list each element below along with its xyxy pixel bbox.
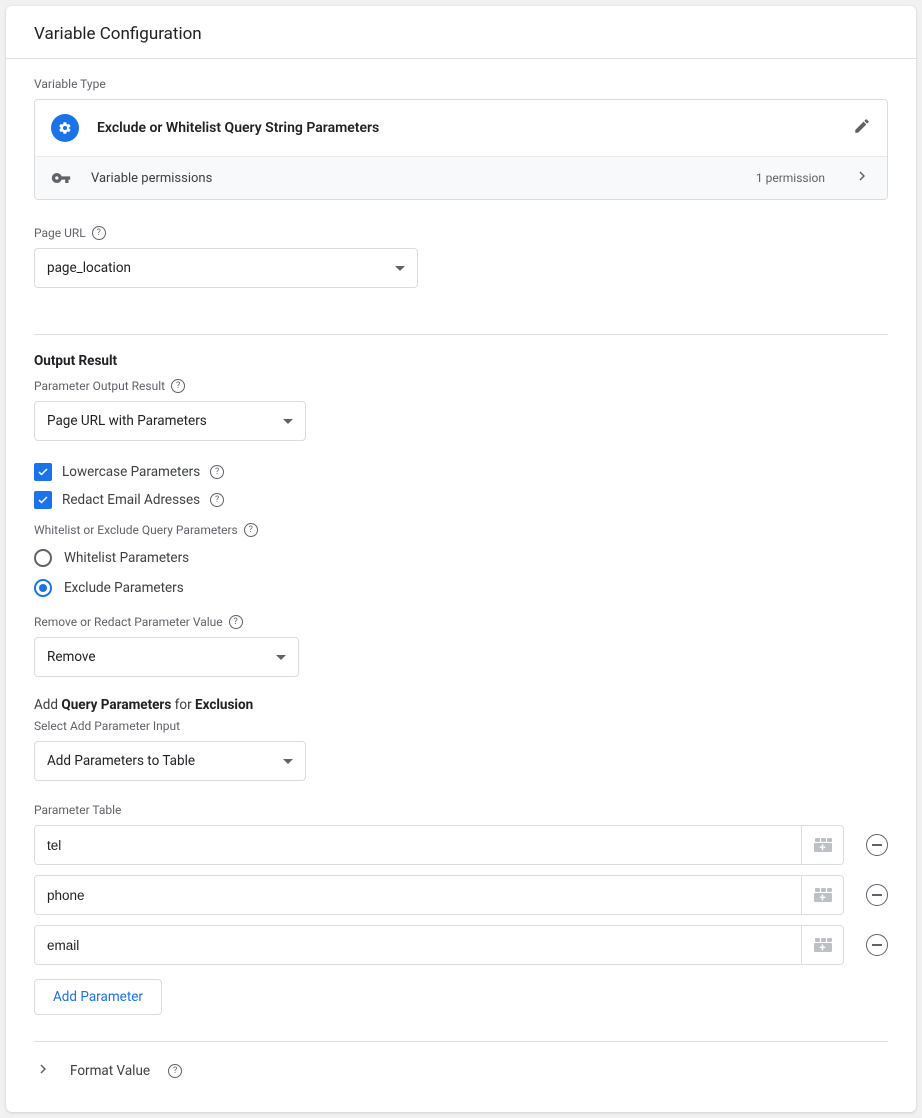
variable-type-name: Exclude or Whitelist Query String Parame… [97, 120, 835, 136]
parameter-output-select[interactable]: Page URL with Parameters [34, 401, 306, 441]
remove-redact-value: Remove [47, 649, 96, 665]
remove-row-button[interactable] [866, 834, 888, 856]
chevron-right-icon [34, 1060, 52, 1082]
gear-icon [51, 114, 79, 142]
add-param-input-label: Select Add Parameter Input [34, 719, 888, 733]
chevron-down-icon [283, 759, 293, 764]
parameter-input-wrap: + [34, 825, 844, 865]
lowercase-checkbox[interactable] [34, 463, 52, 481]
table-row: + [34, 925, 888, 965]
chevron-down-icon [395, 266, 405, 271]
add-parameter-button[interactable]: Add Parameter [34, 979, 162, 1015]
parameter-output-label: Parameter Output Result ? [34, 379, 888, 393]
help-icon[interactable]: ? [244, 523, 258, 537]
variable-picker-button[interactable]: + [801, 826, 843, 864]
variable-picker-button[interactable]: + [801, 876, 843, 914]
parameter-input[interactable] [35, 826, 801, 864]
redact-email-checkbox[interactable] [34, 491, 52, 509]
permissions-count: 1 permission [756, 171, 825, 185]
output-result-title: Output Result [34, 353, 888, 369]
chevron-down-icon [276, 655, 286, 660]
card-title: Variable Configuration [34, 24, 202, 44]
parameter-input-wrap: + [34, 925, 844, 965]
page-url-label: Page URL ? [34, 226, 888, 240]
format-value-row[interactable]: Format Value ? [34, 1041, 888, 1102]
help-icon[interactable]: ? [210, 493, 224, 507]
variable-permissions-row[interactable]: Variable permissions 1 permission [35, 156, 887, 199]
key-icon [51, 168, 73, 188]
lego-icon: + [814, 938, 832, 952]
table-row: + [34, 875, 888, 915]
edit-icon[interactable] [853, 117, 871, 139]
variable-configuration-card: Variable Configuration Variable Type Exc… [6, 6, 916, 1112]
chevron-right-icon [853, 167, 871, 189]
remove-row-button[interactable] [866, 884, 888, 906]
help-icon[interactable]: ? [171, 379, 185, 393]
add-param-input-value: Add Parameters to Table [47, 753, 195, 769]
parameter-input-wrap: + [34, 875, 844, 915]
remove-redact-select[interactable]: Remove [34, 637, 299, 677]
add-param-input-select[interactable]: Add Parameters to Table [34, 741, 306, 781]
format-value-label: Format Value [70, 1063, 150, 1079]
help-icon[interactable]: ? [92, 226, 106, 240]
variable-picker-button[interactable]: + [801, 926, 843, 964]
chevron-down-icon [283, 419, 293, 424]
parameter-table-label: Parameter Table [34, 803, 888, 817]
page-url-value: page_location [47, 260, 131, 276]
parameter-output-value: Page URL with Parameters [47, 413, 207, 429]
variable-type-label: Variable Type [34, 77, 888, 91]
help-icon[interactable]: ? [210, 465, 224, 479]
help-icon[interactable]: ? [168, 1064, 182, 1078]
radio-icon [34, 579, 52, 597]
whitelist-radio[interactable]: Whitelist Parameters [34, 549, 888, 567]
page-url-select[interactable]: page_location [34, 248, 418, 288]
exclude-radio[interactable]: Exclude Parameters [34, 579, 888, 597]
radio-icon [34, 549, 52, 567]
variable-type-box: Exclude or Whitelist Query String Parame… [34, 99, 888, 200]
lowercase-label: Lowercase Parameters [62, 464, 200, 480]
redact-email-label: Redact Email Adresses [62, 492, 200, 508]
help-icon[interactable]: ? [229, 615, 243, 629]
card-header: Variable Configuration [6, 6, 916, 59]
table-row: + [34, 825, 888, 865]
remove-redact-label: Remove or Redact Parameter Value ? [34, 615, 888, 629]
mode-label: Whitelist or Exclude Query Parameters ? [34, 523, 888, 537]
lego-icon: + [814, 838, 832, 852]
lego-icon: + [814, 888, 832, 902]
permissions-label: Variable permissions [91, 171, 738, 186]
add-query-params-heading: Add Query Parameters for Exclusion [34, 697, 888, 713]
parameter-input[interactable] [35, 926, 801, 964]
variable-type-row[interactable]: Exclude or Whitelist Query String Parame… [35, 100, 887, 156]
parameter-input[interactable] [35, 876, 801, 914]
remove-row-button[interactable] [866, 934, 888, 956]
